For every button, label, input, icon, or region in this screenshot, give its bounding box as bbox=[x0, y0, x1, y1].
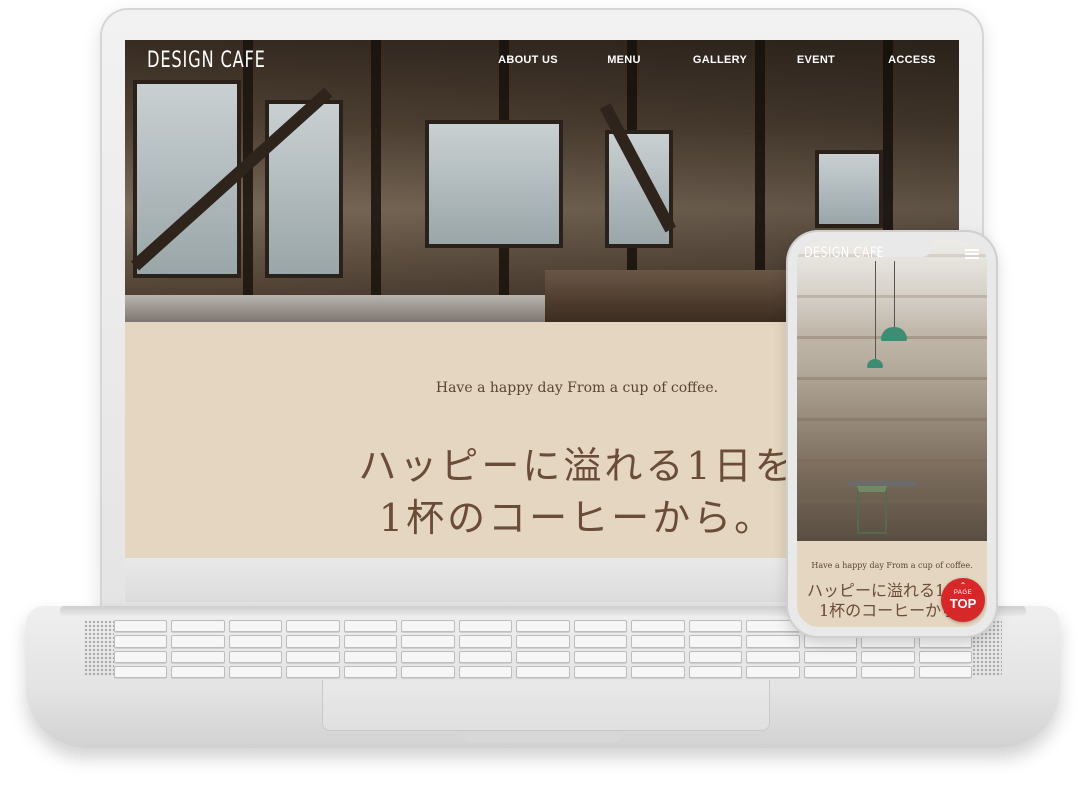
pendant-lamp bbox=[881, 327, 907, 341]
keyboard-key bbox=[343, 650, 398, 663]
trackpad bbox=[322, 680, 770, 731]
window-pane bbox=[815, 150, 883, 228]
keyboard-key bbox=[688, 620, 743, 633]
keyboard-key bbox=[114, 650, 168, 663]
keyboard-key bbox=[458, 650, 513, 663]
keyboard-key bbox=[114, 635, 168, 648]
window-pane bbox=[425, 120, 563, 248]
keyboard-key bbox=[343, 620, 398, 633]
nav-access[interactable]: ACCESS bbox=[864, 54, 959, 66]
keyboard-key bbox=[458, 665, 513, 678]
keyboard-key bbox=[688, 665, 743, 678]
keyboard-key bbox=[114, 620, 168, 633]
keyboard-key bbox=[631, 620, 685, 633]
keyboard-key bbox=[401, 620, 455, 633]
keyboard-key bbox=[171, 620, 225, 633]
keyboard-key bbox=[458, 635, 513, 648]
keyboard-key bbox=[746, 650, 800, 663]
keyboard-key bbox=[228, 650, 283, 663]
keyboard-key bbox=[228, 635, 283, 648]
keyboard-key bbox=[861, 665, 915, 678]
keyboard-key bbox=[918, 665, 972, 678]
keyboard-key bbox=[918, 635, 972, 648]
lamp-cord bbox=[894, 261, 895, 329]
keyboard-key bbox=[343, 665, 398, 678]
keyboard-key bbox=[401, 650, 455, 663]
keyboard-key bbox=[688, 635, 743, 648]
keyboard-key bbox=[516, 665, 570, 678]
laptop-front-notch bbox=[462, 734, 622, 742]
keyboard-key bbox=[286, 665, 340, 678]
keyboard-key bbox=[171, 650, 225, 663]
mobile-site-logo[interactable]: DESIGN CAFE bbox=[804, 245, 884, 261]
keyboard-key bbox=[918, 650, 972, 663]
keyboard-key bbox=[516, 635, 570, 648]
nav-event[interactable]: EVENT bbox=[768, 54, 864, 66]
nav-menu[interactable]: MENU bbox=[576, 54, 672, 66]
keyboard-key bbox=[401, 665, 455, 678]
keyboard-key bbox=[228, 620, 283, 633]
mobile-tagline: Have a happy day From a cup of coffee. bbox=[811, 561, 973, 570]
cafe-chair bbox=[857, 486, 887, 534]
keyboard-key bbox=[573, 635, 628, 648]
keyboard-key bbox=[688, 650, 743, 663]
lamp-cord bbox=[875, 261, 876, 361]
hamburger-menu-icon[interactable] bbox=[965, 249, 979, 259]
page-top-button[interactable]: ⌃ PAGE TOP bbox=[941, 578, 985, 622]
keyboard-key bbox=[114, 665, 168, 678]
pendant-lamp bbox=[867, 359, 883, 368]
mobile-site: DESIGN CAFE Have a happy day From a cup … bbox=[797, 241, 987, 627]
keyboard-key bbox=[803, 650, 858, 663]
keyboard-key bbox=[631, 635, 685, 648]
keyboard-key bbox=[228, 665, 283, 678]
window-pane bbox=[265, 100, 343, 278]
chevron-up-icon: ⌃ bbox=[959, 581, 967, 590]
cafe-floor bbox=[125, 295, 545, 322]
window-pane bbox=[605, 130, 673, 248]
keyboard-key bbox=[458, 620, 513, 633]
keyboard-key bbox=[573, 620, 628, 633]
mobile-hero-image bbox=[797, 241, 987, 541]
keyboard-key bbox=[803, 665, 858, 678]
keyboard-key bbox=[343, 635, 398, 648]
keyboard-key bbox=[171, 635, 225, 648]
keyboard-key bbox=[631, 665, 685, 678]
keyboard-key bbox=[171, 665, 225, 678]
keyboard-key bbox=[573, 665, 628, 678]
site-logo[interactable]: DESIGN CAFE bbox=[147, 48, 266, 73]
keyboard-key bbox=[401, 635, 455, 648]
keyboard-key bbox=[746, 635, 800, 648]
keyboard-key bbox=[286, 620, 340, 633]
page-top-label-large: TOP bbox=[949, 596, 977, 611]
smartphone: DESIGN CAFE Have a happy day From a cup … bbox=[788, 232, 996, 636]
nav-gallery[interactable]: GALLERY bbox=[672, 54, 768, 66]
speaker-grille-left bbox=[84, 620, 114, 676]
keyboard-key bbox=[861, 635, 915, 648]
keyboard-key bbox=[286, 635, 340, 648]
keyboard-key bbox=[631, 650, 685, 663]
global-nav: ABOUT US MENU GALLERY EVENT ACCESS bbox=[480, 54, 959, 66]
keyboard-key bbox=[286, 650, 340, 663]
keyboard-key bbox=[803, 635, 858, 648]
keyboard-key bbox=[861, 650, 915, 663]
keyboard-key bbox=[573, 650, 628, 663]
keyboard-key bbox=[516, 620, 570, 633]
keyboard-key bbox=[516, 650, 570, 663]
keyboard-key bbox=[746, 665, 800, 678]
nav-about-us[interactable]: ABOUT US bbox=[480, 54, 576, 66]
